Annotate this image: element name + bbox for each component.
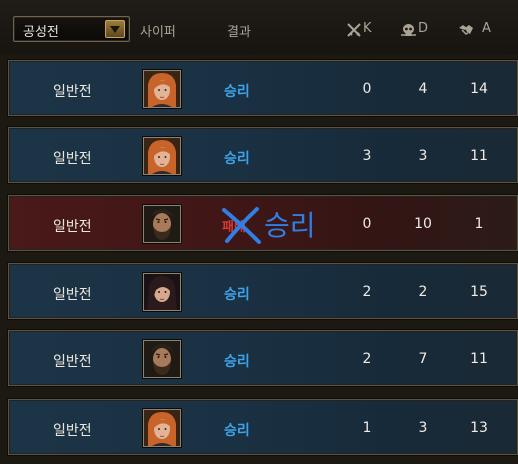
column-header-kills: K — [363, 21, 372, 36]
match-mode: 일반전 — [53, 423, 92, 439]
match-mode: 일반전 — [53, 354, 92, 370]
mode-filter-value: 공성전 — [23, 25, 59, 40]
assists-value: 11 — [470, 351, 488, 367]
match-row[interactable]: 일반전 승리 3 3 11 — [8, 127, 518, 183]
crossed-swords-icon — [347, 22, 362, 41]
assists-value: 13 — [470, 420, 488, 436]
match-row[interactable]: 일반전 승리 2 7 11 — [8, 330, 518, 386]
assists-value: 14 — [470, 81, 488, 97]
character-avatar — [143, 340, 181, 378]
character-avatar — [143, 409, 181, 447]
deaths-value: 2 — [418, 284, 428, 300]
match-result: 승리 — [224, 423, 250, 439]
kills-value: 2 — [362, 284, 372, 300]
assists-value: 1 — [474, 216, 484, 232]
character-avatar — [143, 205, 181, 243]
match-row[interactable]: 일반전 패배 승리 0 10 1 — [8, 195, 518, 251]
deaths-value: 3 — [418, 148, 428, 164]
match-result: 승리 — [224, 354, 250, 370]
cross-out-mark — [222, 207, 261, 244]
kills-value: 0 — [362, 81, 372, 97]
match-row[interactable]: 일반전 승리 2 2 15 — [8, 263, 518, 319]
deaths-value: 3 — [418, 420, 428, 436]
handshake-icon — [458, 22, 474, 41]
column-header-deaths: D — [418, 21, 429, 36]
assists-value: 11 — [470, 148, 488, 164]
character-avatar — [143, 273, 181, 311]
deaths-value: 10 — [414, 216, 432, 232]
match-row[interactable]: 일반전 승리 0 4 14 — [8, 60, 518, 116]
character-avatar — [143, 70, 181, 108]
column-header-cipher: 사이퍼 — [140, 25, 176, 40]
table-header: 공성전 사이퍼 결과 K D A — [0, 0, 518, 54]
deaths-value: 7 — [418, 351, 428, 367]
character-avatar — [143, 137, 181, 175]
skull-icon — [401, 22, 416, 41]
column-header-result: 결과 — [227, 25, 251, 40]
mode-filter-dropdown[interactable]: 공성전 — [13, 16, 130, 42]
match-mode: 일반전 — [53, 287, 92, 303]
kills-value: 1 — [362, 420, 372, 436]
deaths-value: 4 — [418, 81, 428, 97]
kills-value: 2 — [362, 351, 372, 367]
match-row[interactable]: 일반전 승리 1 3 13 — [8, 399, 518, 455]
match-result: 승리 — [224, 151, 250, 167]
match-result: 승리 — [224, 84, 250, 100]
handwritten-correction: 승리 — [264, 209, 316, 242]
match-result: 승리 — [224, 287, 250, 303]
assists-value: 15 — [470, 284, 488, 300]
kills-value: 0 — [362, 216, 372, 232]
chevron-down-icon[interactable] — [105, 20, 125, 38]
match-mode: 일반전 — [53, 219, 92, 235]
column-header-assists: A — [482, 21, 491, 36]
match-mode: 일반전 — [53, 151, 92, 167]
match-mode: 일반전 — [53, 84, 92, 100]
kills-value: 3 — [362, 148, 372, 164]
